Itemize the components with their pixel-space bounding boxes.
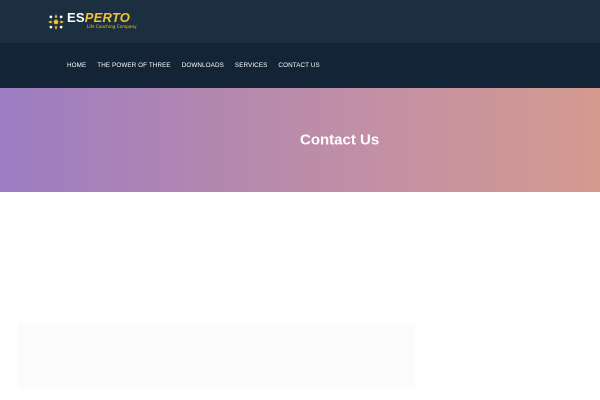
logo-word-end: PERTO xyxy=(84,10,131,25)
site-logo[interactable]: ESPERTO Life Coaching Company xyxy=(47,11,137,33)
top-header: ESPERTO Life Coaching Company xyxy=(0,0,600,43)
logo-wordmark: ESPERTO xyxy=(67,11,137,24)
main-navigation-bar: HOME THE POWER OF THREE DOWNLOADS SERVIC… xyxy=(0,43,600,88)
nav-item-power-of-three[interactable]: THE POWER OF THREE xyxy=(97,62,170,69)
content-panel xyxy=(18,323,415,388)
nav-item-contact-us[interactable]: CONTACT US xyxy=(278,62,319,69)
page-hero-banner: Contact Us xyxy=(0,88,600,192)
page-title: Contact Us xyxy=(300,131,380,149)
main-nav: HOME THE POWER OF THREE DOWNLOADS SERVIC… xyxy=(67,43,331,88)
logo-word-start: ES xyxy=(67,10,85,25)
logo-mark-icon xyxy=(47,13,65,31)
logo-tagline: Life Coaching Company xyxy=(87,24,137,29)
nav-item-home[interactable]: HOME xyxy=(67,62,86,69)
nav-item-services[interactable]: SERVICES xyxy=(235,62,268,69)
logo-text: ESPERTO Life Coaching Company xyxy=(67,11,137,30)
nav-item-downloads[interactable]: DOWNLOADS xyxy=(182,62,224,69)
